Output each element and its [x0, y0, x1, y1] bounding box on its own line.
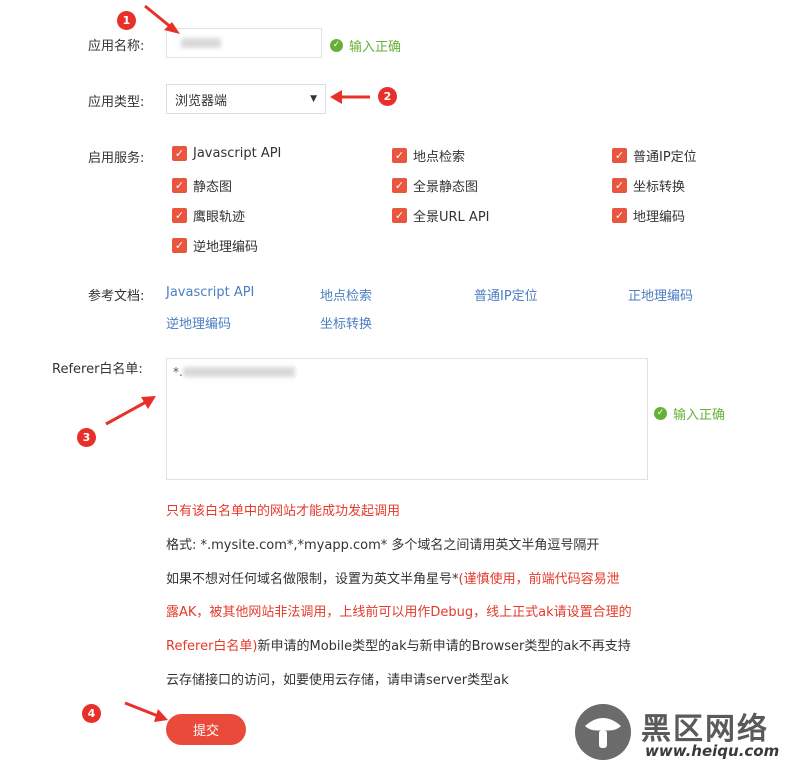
arrow-4	[124, 701, 159, 718]
annotation-arrows	[105, 4, 370, 722]
annotation-badge-1: 1	[117, 11, 136, 30]
annotation-badge-3: 3	[77, 428, 96, 447]
watermark-url: www.heiqu.com	[645, 742, 780, 760]
arrowhead-2	[330, 90, 342, 104]
annotation-badge-4: 4	[82, 704, 101, 723]
watermark-logo-icon	[575, 704, 631, 760]
watermark: 黑区网络 www.heiqu.com	[571, 700, 796, 764]
arrowhead-4	[154, 709, 168, 722]
annotation-badge-2: 2	[378, 87, 397, 106]
arrow-3	[105, 400, 147, 426]
arrow-1	[144, 4, 173, 30]
